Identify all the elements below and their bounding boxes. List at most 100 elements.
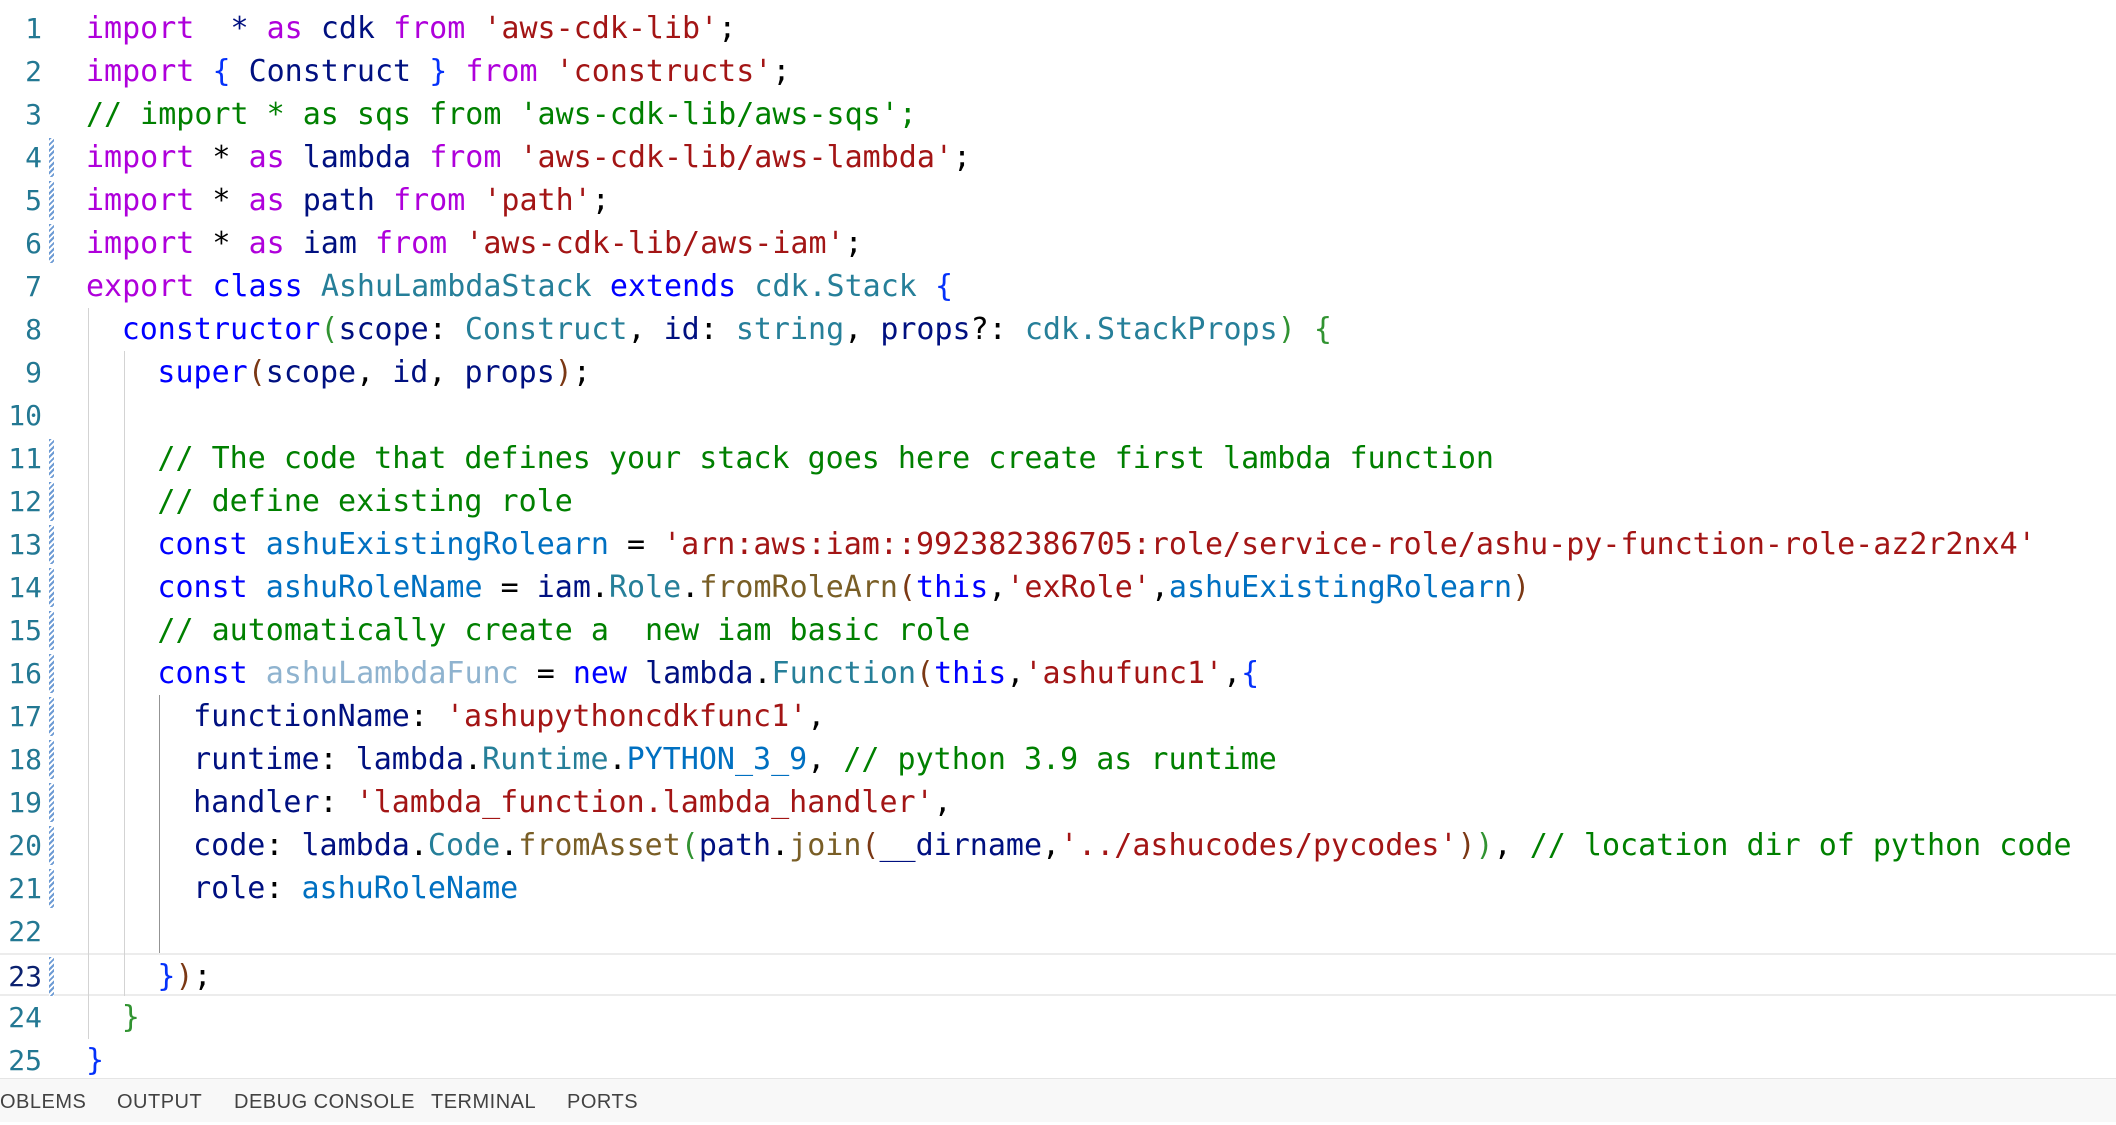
code-token: ashuRoleName <box>301 871 519 906</box>
tab-problems[interactable]: OBLEMS <box>0 1079 86 1123</box>
code-text: } <box>86 1039 104 1078</box>
code-token: lambda <box>302 140 412 175</box>
tab-debug-console[interactable]: DEBUG CONSOLE <box>234 1079 415 1123</box>
code-token: super <box>157 355 248 390</box>
code-token: , <box>1006 656 1025 691</box>
code-token: { <box>1241 656 1260 691</box>
code-token: const <box>157 570 248 605</box>
code-line[interactable]: 7 export class AshuLambdaStack extends cd… <box>0 265 2116 308</box>
code-line[interactable]: 14 const ashuRoleName = iam.Role.fromRole… <box>0 566 2116 609</box>
modified-line-gutter-marker[interactable] <box>49 783 54 822</box>
code-token: . <box>681 570 700 605</box>
code-token: scope <box>338 312 429 347</box>
code-text: // automatically create a new iam basic … <box>157 609 970 652</box>
code-line[interactable]: 13 const ashuExistingRolearn = 'arn:aws:i… <box>0 523 2116 566</box>
code-token: } <box>86 1043 105 1078</box>
code-token: import <box>86 54 195 89</box>
code-token: // python 3.9 as runtime <box>843 742 1277 777</box>
code-token: as <box>248 226 285 261</box>
code-line[interactable]: 16 const ashuLambdaFunc = new lambda.Func… <box>0 652 2116 695</box>
code-token: ) <box>1475 828 1494 863</box>
code-line[interactable]: 12 // define existing role <box>0 480 2116 523</box>
modified-line-gutter-marker[interactable] <box>49 181 54 220</box>
modified-line-gutter-marker[interactable] <box>49 826 54 865</box>
code-line[interactable]: 18 runtime: lambda.Runtime.PYTHON_3_9, //… <box>0 738 2116 781</box>
code-token: Role <box>608 570 682 605</box>
modified-line-gutter-marker[interactable] <box>49 224 54 263</box>
modified-line-gutter-marker[interactable] <box>49 611 54 650</box>
code-token: 'lambda_function.lambda_handler' <box>355 785 934 820</box>
code-token: cdk <box>320 11 375 46</box>
code-token: id <box>663 312 700 347</box>
tab-terminal[interactable]: TERMINAL <box>431 1079 536 1123</box>
code-token: ) <box>554 355 573 390</box>
code-line[interactable]: 9 super(scope, id, props); <box>0 351 2116 394</box>
line-number: 20 <box>8 829 42 862</box>
code-line[interactable]: 24} <box>0 996 2116 1039</box>
code-text: export class AshuLambdaStack extends cdk… <box>86 265 953 308</box>
code-line[interactable]: 8 constructor(scope: Construct, id: strin… <box>0 308 2116 351</box>
modified-line-gutter-marker[interactable] <box>49 957 54 996</box>
line-number: 18 <box>8 743 42 776</box>
code-token: ) <box>175 959 194 994</box>
modified-line-gutter-marker[interactable] <box>49 697 54 736</box>
modified-line-gutter-marker[interactable] <box>49 740 54 779</box>
modified-line-gutter-marker[interactable] <box>49 138 54 177</box>
code-token: fromRoleArn <box>699 570 898 605</box>
modified-line-gutter-marker[interactable] <box>49 482 54 521</box>
code-token: . <box>608 742 627 777</box>
code-line[interactable]: 21 role: ashuRoleName <box>0 867 2116 910</box>
tab-ports[interactable]: PORTS <box>567 1079 638 1123</box>
line-number: 10 <box>8 399 42 432</box>
code-token: Construct <box>248 54 412 89</box>
code-editor[interactable]: 1 import * as cdk from 'aws-cdk-lib'; 2 imp… <box>0 0 2116 1078</box>
code-line[interactable]: 15 // automatically create a new iam basi… <box>0 609 2116 652</box>
code-token: iam <box>302 226 357 261</box>
code-line[interactable]: 10 <box>0 394 2116 437</box>
code-text: const ashuLambdaFunc = new lambda.Functi… <box>157 652 1259 695</box>
code-token: ; <box>572 355 591 390</box>
code-text: constructor(scope: Construct, id: string… <box>122 308 1332 351</box>
modified-line-gutter-marker[interactable] <box>49 525 54 564</box>
code-line[interactable]: 23}); <box>0 953 2116 996</box>
code-token: { <box>212 54 231 89</box>
code-token: . <box>464 742 483 777</box>
tab-output[interactable]: OUTPUT <box>117 1079 202 1123</box>
code-line[interactable]: 11 // The code that defines your stack go… <box>0 437 2116 480</box>
code-token: AshuLambdaStack <box>320 269 592 304</box>
code-token: 'constructs' <box>555 54 773 89</box>
line-number: 2 <box>25 55 42 88</box>
code-line[interactable]: 5 import * as path from 'path'; <box>0 179 2116 222</box>
code-line[interactable]: 1 import * as cdk from 'aws-cdk-lib'; <box>0 7 2116 50</box>
code-token: as <box>248 183 285 218</box>
code-token: 'ashupythoncdkfunc1' <box>445 699 808 734</box>
code-line[interactable]: 22 <box>0 910 2116 953</box>
code-line[interactable]: 4 import * as lambda from 'aws-cdk-lib/aw… <box>0 136 2116 179</box>
modified-line-gutter-marker[interactable] <box>49 869 54 908</box>
code-token: 'path' <box>483 183 592 218</box>
code-token: ; <box>591 183 610 218</box>
code-line[interactable]: 19 handler: 'lambda_function.lambda_handl… <box>0 781 2116 824</box>
code-text: import { Construct } from 'constructs'; <box>86 50 790 93</box>
code-line[interactable]: 6 import * as iam from 'aws-cdk-lib/aws-i… <box>0 222 2116 265</box>
modified-line-gutter-marker[interactable] <box>49 654 54 693</box>
modified-line-gutter-marker[interactable] <box>49 439 54 478</box>
code-line[interactable]: 17 functionName: 'ashupythoncdkfunc1', <box>0 695 2116 738</box>
code-line[interactable]: 25} <box>0 1039 2116 1078</box>
code-token: ashuLambdaFunc <box>265 656 519 691</box>
code-token: code <box>193 828 266 863</box>
code-token: . <box>771 828 790 863</box>
code-line[interactable]: 2 import { Construct } from 'constructs'; <box>0 50 2116 93</box>
code-line[interactable]: 20 code: lambda.Code.fromAsset(path.join(… <box>0 824 2116 867</box>
modified-line-gutter-marker[interactable] <box>49 568 54 607</box>
code-token: ; <box>952 140 972 175</box>
code-token: ( <box>247 355 266 390</box>
code-line[interactable]: 3 // import * as sqs from 'aws-cdk-lib/aw… <box>0 93 2116 136</box>
code-text: handler: 'lambda_function.lambda_handler… <box>193 781 952 824</box>
